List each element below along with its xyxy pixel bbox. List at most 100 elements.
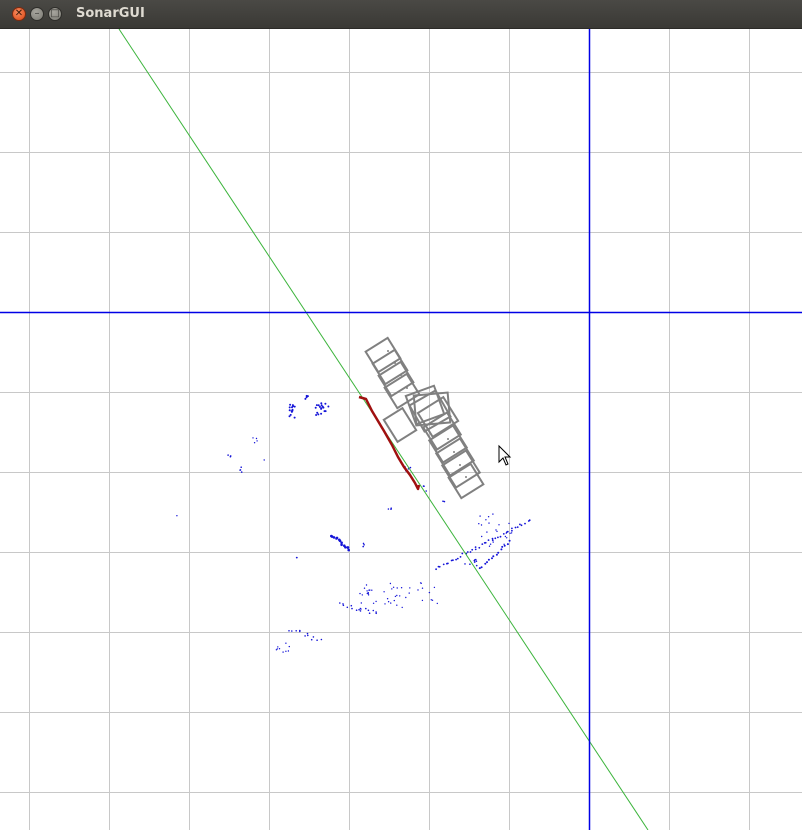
sonar-point: [314, 406, 317, 409]
sonar-point: [317, 413, 320, 416]
sonar-point: [519, 523, 521, 526]
window-title: SonarGUI: [76, 6, 145, 21]
sonar-point: [442, 563, 445, 566]
sonar-point: [299, 630, 301, 633]
sonar-point: [487, 516, 490, 518]
sonar-point: [366, 590, 368, 592]
sonar-point: [361, 594, 363, 596]
sonar-canvas[interactable]: [0, 29, 802, 830]
sonar-point: [433, 586, 436, 589]
robot-trail: [364, 336, 485, 500]
sonar-point: [459, 556, 462, 558]
sonar-point: [320, 638, 323, 641]
sonar-point: [347, 548, 351, 552]
sonar-point: [503, 544, 506, 547]
sonar-point: [506, 537, 508, 539]
sonar-point: [479, 515, 481, 517]
sonar-point: [317, 404, 320, 407]
sonar-point: [471, 548, 474, 551]
sonar-point: [288, 630, 290, 632]
minimize-icon[interactable]: –: [30, 7, 44, 21]
sonar-point: [365, 607, 367, 610]
sonar-point: [295, 556, 298, 559]
mouse-cursor: [498, 444, 512, 466]
sonar-points: [176, 394, 531, 653]
sonar-point: [312, 636, 315, 638]
sonar-point: [323, 410, 326, 413]
sonar-point: [506, 530, 509, 533]
sonar-point: [387, 508, 390, 510]
robot-pose-marker: [447, 438, 449, 440]
sonar-point: [481, 535, 483, 538]
sonar-point: [285, 642, 287, 644]
sonar-point: [488, 522, 490, 524]
sonar-point: [288, 409, 291, 412]
sonar-point: [315, 414, 318, 416]
sonar-point: [409, 587, 411, 589]
robot-pose-marker: [394, 362, 396, 364]
sonar-point: [498, 524, 500, 526]
sonar-point: [503, 543, 505, 545]
close-icon[interactable]: ✕: [12, 7, 26, 21]
sonar-point: [421, 587, 424, 589]
sonar-point: [491, 539, 494, 542]
sonar-point: [393, 599, 395, 602]
sonar-point: [355, 609, 358, 611]
sonar-point: [491, 557, 493, 560]
arrow-cursor-icon: [498, 444, 512, 466]
sonar-point: [474, 548, 477, 551]
sonar-point: [285, 650, 287, 652]
sonar-point: [495, 553, 498, 556]
sonar-point: [469, 551, 472, 553]
sonar-point: [528, 519, 531, 522]
sonar-gui-window: ✕ – □ SonarGUI: [0, 0, 802, 830]
sonar-point: [278, 648, 281, 650]
robot-pose-marker: [406, 387, 408, 389]
sonar-point: [320, 407, 323, 410]
sonar-point: [436, 602, 438, 605]
sonar-point: [492, 513, 494, 515]
sonar-point: [342, 604, 345, 607]
sonar-point: [346, 606, 349, 609]
sonar-point: [327, 405, 330, 408]
sonar-point: [389, 582, 392, 585]
sonar-point: [501, 545, 504, 548]
sonar-point: [485, 519, 487, 521]
sonar-point: [362, 545, 365, 548]
sonar-point: [375, 600, 377, 603]
sonar-point: [372, 609, 375, 612]
sonar-point: [293, 405, 296, 408]
sonar-point: [510, 532, 513, 534]
sonar-point: [367, 594, 370, 596]
sonar-point: [504, 535, 507, 538]
sonar-map-svg[interactable]: [0, 29, 802, 830]
sonar-point: [307, 634, 309, 637]
sonar-point: [304, 635, 306, 637]
sonar-point: [430, 599, 432, 601]
title-bar[interactable]: ✕ – □ SonarGUI: [0, 0, 802, 29]
sonar-point: [474, 559, 476, 561]
sonar-point: [473, 561, 476, 563]
sonar-point: [359, 610, 362, 612]
sonar-point: [346, 546, 350, 549]
sonar-point: [256, 440, 258, 442]
grid-lines: [0, 29, 802, 830]
sonar-point: [396, 594, 398, 597]
sonar-point: [359, 592, 361, 595]
sonar-point: [516, 526, 519, 528]
robot-pose-box: [364, 336, 402, 374]
sonar-point: [332, 536, 336, 539]
sonar-point: [428, 591, 431, 594]
sonar-point: [469, 563, 471, 565]
sonar-point: [277, 646, 279, 648]
sonar-point: [363, 544, 365, 546]
sonar-point: [305, 394, 308, 397]
maximize-icon[interactable]: □: [48, 7, 62, 21]
sonar-point: [478, 523, 480, 525]
sonar-point: [394, 595, 397, 598]
sonar-point: [306, 632, 309, 635]
sonar-point: [497, 551, 500, 554]
sonar-point: [405, 596, 407, 599]
sonar-point: [520, 524, 523, 527]
sonar-point: [511, 529, 513, 532]
